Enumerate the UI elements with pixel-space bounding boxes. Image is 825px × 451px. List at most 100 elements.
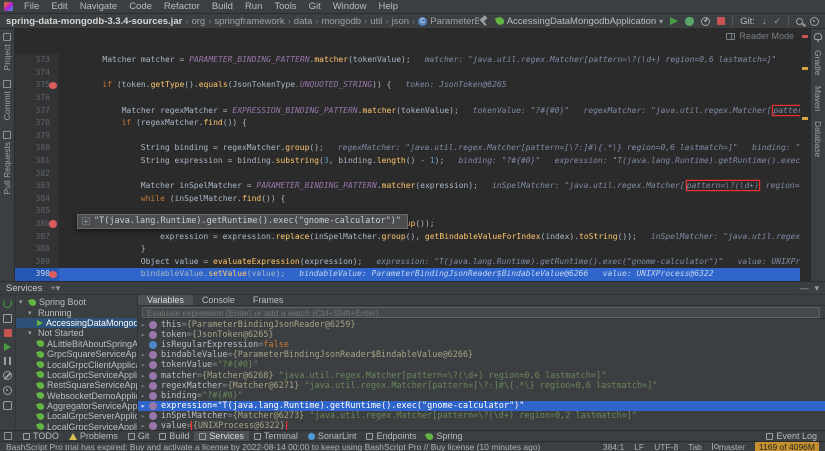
service-tree-item[interactable]: ▾ Running <box>16 307 137 318</box>
breadcrumb-item[interactable]: spring-data-mongodb-3.3.4-sources.jar <box>6 16 182 27</box>
menu-item-tools[interactable]: Tools <box>268 1 302 12</box>
menu-item-window[interactable]: Window <box>327 1 373 12</box>
variable-row[interactable]: ▸ expression = "T(java.lang.Runtime).getR… <box>138 400 825 411</box>
breakpoint-icon[interactable] <box>49 81 57 90</box>
tool-strip-item-database[interactable]: Database <box>813 121 823 157</box>
code-line[interactable]: 376 <box>15 91 810 105</box>
code-line[interactable]: 383 Matcher inSpelMatcher = PARAMETER_BIN… <box>15 180 810 193</box>
menu-item-refactor[interactable]: Refactor <box>158 1 206 12</box>
breadcrumb-item[interactable]: util <box>370 16 382 27</box>
variable-row[interactable]: ▸ this = {ParameterBindingJsonReader@6259… <box>138 320 825 330</box>
breakpoint-icon[interactable] <box>49 220 57 228</box>
build-project-icon[interactable] <box>479 16 489 26</box>
variable-row[interactable]: ▸ regexMatcher = {Matcher@6271} "java.uti… <box>138 381 825 391</box>
memory-indicator[interactable]: 1169 of 4096M <box>754 441 819 451</box>
breadcrumb-item[interactable]: CParameterBindingJsonReader <box>418 16 479 27</box>
menu-item-file[interactable]: File <box>18 1 45 12</box>
status-message[interactable]: BashScript Pro trial has expired: Buy an… <box>6 442 593 451</box>
service-tree-item[interactable]: LocalGrpcServiceApplication <box>16 370 137 380</box>
service-tree-item[interactable]: LocalGrpcServiceApplication <box>16 422 137 430</box>
tool-window-tab-terminal[interactable]: Terminal <box>249 431 303 441</box>
indent-style[interactable]: Tab <box>688 442 702 451</box>
service-tree-item[interactable]: RestSquareServiceApplication <box>16 380 137 390</box>
breadcrumb-item[interactable]: org <box>191 16 205 27</box>
git-branch[interactable]: master <box>711 442 745 451</box>
breadcrumb-item[interactable]: mongodb <box>321 16 361 27</box>
service-tree-item[interactable]: AggregatorServiceApplication <box>16 401 137 411</box>
debugger-tab-variables[interactable]: Variables <box>138 295 193 305</box>
service-tree-item[interactable]: ▾ Not Started <box>16 328 137 338</box>
service-tree-item[interactable]: ALittleBitAboutSpringApplicatio <box>16 339 137 349</box>
evaluate-expression-input[interactable] <box>142 307 820 318</box>
warning-stripe-mark[interactable] <box>802 117 808 120</box>
variable-row[interactable]: ▸ token = {JsonToken@6265} <box>138 330 825 340</box>
service-tree-item[interactable]: LocalGrpcClientApplication <box>16 359 137 370</box>
pause-icon[interactable] <box>4 357 11 365</box>
code-line[interactable]: 377 Matcher regexMatcher = EXPRESSION_BIN… <box>15 104 810 118</box>
menu-item-git[interactable]: Git <box>303 1 327 12</box>
tool-strip-item-maven[interactable]: Maven <box>813 86 823 112</box>
tool-strip-item-project[interactable]: Project <box>2 33 12 70</box>
code-line[interactable]: 390 bindableValue.setValue(value); bindabl… <box>15 268 810 281</box>
code-line[interactable]: 378 if (regexMatcher.find()) { <box>15 117 810 130</box>
debugger-tab-console[interactable]: Console <box>193 295 244 305</box>
service-tree-item[interactable]: WebsocketDemoApplication <box>16 391 137 401</box>
minimize-icon[interactable]: — <box>799 283 808 293</box>
menu-item-build[interactable]: Build <box>206 1 239 12</box>
service-tree-item[interactable]: LocalGrpcServerApplication <box>16 411 137 421</box>
variable-row[interactable]: ▸ tokenValue = "?#{#0}" <box>138 360 825 370</box>
hide-panel-icon[interactable]: ▾ <box>814 283 819 293</box>
code-line[interactable]: 375 if (token.getType().equals(JsonTokenT… <box>15 79 810 92</box>
tool-window-switcher-icon[interactable] <box>4 432 12 440</box>
resume-icon[interactable] <box>4 343 11 351</box>
variable-row[interactable]: ▸ value = {UNIXProcess@6322} <box>138 421 825 430</box>
error-stripe-mark[interactable] <box>802 35 808 38</box>
variable-row[interactable]: ▸ binding = "?#{#0}" <box>138 391 825 401</box>
breakpoint-icon[interactable] <box>49 270 57 279</box>
rerun-icon[interactable] <box>3 299 12 308</box>
expand-icon[interactable]: + <box>82 217 90 226</box>
line-separator[interactable]: LF <box>634 442 644 451</box>
variable-row[interactable]: isRegularExpression = false <box>138 340 825 350</box>
code-line[interactable]: 387 expression = expression.replace(inSpe… <box>15 230 810 244</box>
code-line[interactable]: 374 <box>15 66 810 80</box>
notifications-icon[interactable] <box>814 33 822 42</box>
debug-button[interactable] <box>685 16 695 26</box>
menu-item-code[interactable]: Code <box>123 1 158 12</box>
service-tree-item[interactable]: ▾ Spring Boot <box>16 297 137 307</box>
warning-stripe-mark[interactable] <box>802 67 808 70</box>
code-line[interactable]: 380 String binding = regexMatcher.group()… <box>15 142 810 155</box>
menu-item-edit[interactable]: Edit <box>45 1 73 12</box>
run-config-select[interactable]: AccessingDataMongodbApplication ▾ <box>494 16 663 27</box>
breadcrumb-item[interactable]: json <box>392 16 409 27</box>
services-header-icon[interactable]: ▾ <box>56 283 61 293</box>
menu-item-run[interactable]: Run <box>239 1 268 12</box>
code-line[interactable]: 379 <box>15 129 810 143</box>
gear-icon[interactable] <box>3 386 12 395</box>
editor-scroll-stripe[interactable] <box>800 29 810 281</box>
menu-item-help[interactable]: Help <box>373 1 405 12</box>
profiler-button[interactable] <box>701 16 711 26</box>
variable-row[interactable]: ▸ matcher = {Matcher@6268} "java.util.reg… <box>138 370 825 381</box>
breadcrumb-item[interactable]: data <box>294 16 313 27</box>
variable-row[interactable]: ▸ bindableValue = {ParameterBindingJsonRe… <box>138 350 825 360</box>
code-line[interactable]: 384 while (inSpelMatcher.find()) { <box>15 192 810 206</box>
tool-strip-item-pull-requests[interactable]: Pull Requests <box>2 130 12 194</box>
tool-window-tab-git[interactable]: Git <box>123 431 155 441</box>
stop-icon[interactable] <box>3 329 12 337</box>
tool-window-tab-spring[interactable]: Spring <box>421 431 467 441</box>
service-tree-item[interactable]: AccessingDataMongodbApplic <box>16 317 137 329</box>
code-line[interactable]: 389 Object value = evaluateExpression(exp… <box>15 255 810 269</box>
reader-mode-toggle[interactable]: Reader Mode <box>726 30 794 43</box>
search-icon[interactable] <box>796 17 803 25</box>
tool-strip-item-gradle[interactable]: Gradle <box>813 50 823 76</box>
tool-window-tab-problems[interactable]: Problems <box>64 431 123 441</box>
stop-button[interactable] <box>717 17 726 25</box>
breadcrumb-item[interactable]: springframework <box>214 16 284 27</box>
menu-item-navigate[interactable]: Navigate <box>74 1 124 12</box>
cursor-position[interactable]: 384:1 <box>603 442 624 451</box>
git-update-icon[interactable]: ↓ <box>762 16 767 26</box>
code-line[interactable]: 373 Matcher matcher = PARAMETER_BINDING_P… <box>15 54 810 67</box>
code-line[interactable]: 382 <box>15 167 810 181</box>
tool-window-tab-services[interactable]: Services <box>194 431 249 441</box>
